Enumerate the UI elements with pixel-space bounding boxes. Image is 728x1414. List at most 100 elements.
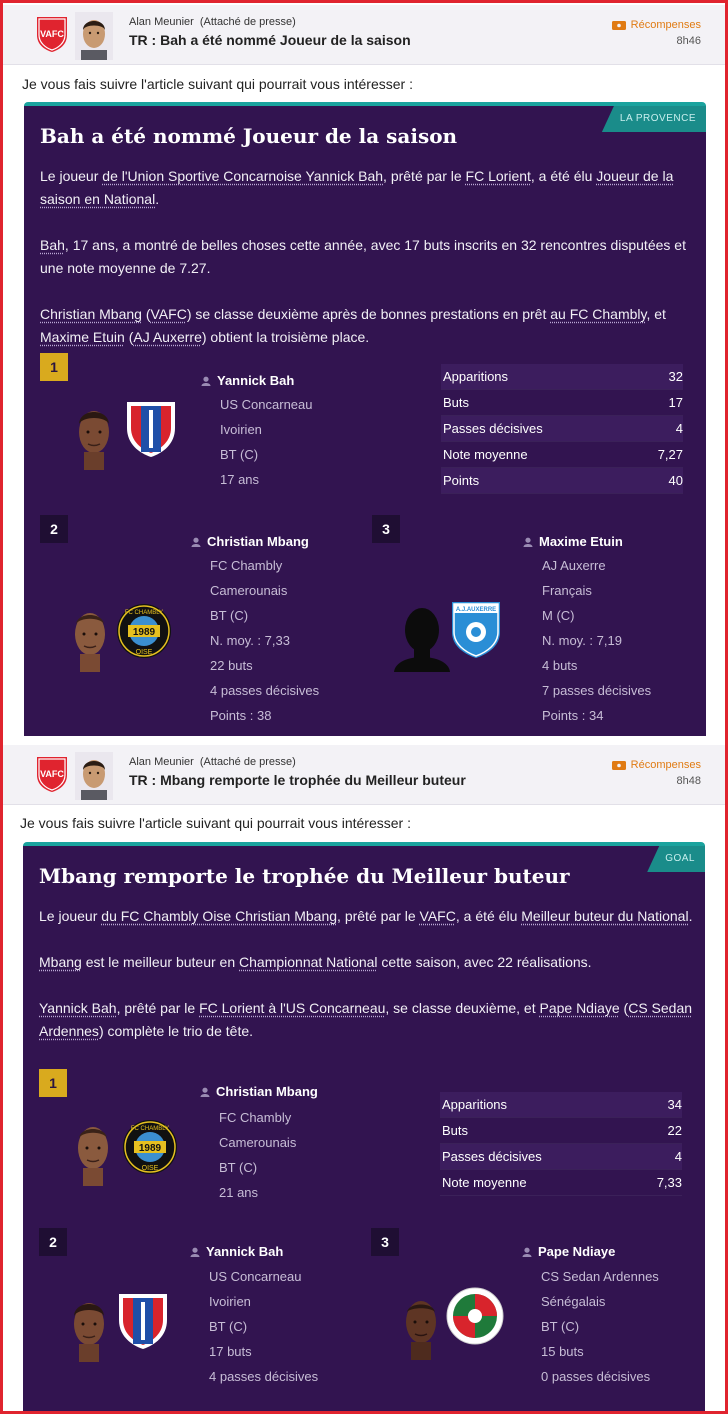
player-position: M (C) — [542, 608, 575, 623]
player-name[interactable]: Yannick Bah — [201, 373, 294, 388]
player-points: Points : 34 — [542, 708, 604, 723]
player-nationality: Ivoirien — [209, 1294, 251, 1309]
player-club[interactable]: FC Chambly — [210, 553, 319, 578]
player-club[interactable]: US Concarneau — [220, 392, 313, 417]
player-info: US Concarneau Ivoirien BT (C) 17 ans — [220, 392, 313, 492]
sedan-crest[interactable] — [445, 1286, 505, 1346]
player-link[interactable]: Pape Ndiaye — [539, 1000, 619, 1016]
stat-label: Note moyenne — [442, 1175, 527, 1190]
stat-label: Points — [443, 473, 480, 488]
text: , a été élu — [455, 908, 522, 924]
player-name-text[interactable]: Maxime Etuin — [539, 534, 623, 549]
concarneau-crest[interactable] — [115, 1290, 171, 1352]
text: ) complète le trio de tête. — [98, 1023, 254, 1039]
player-link[interactable]: Maxime Etuin — [40, 329, 125, 345]
stat-label: Apparitions — [443, 369, 509, 384]
svg-text:A.J.AUXERRE: A.J.AUXERRE — [456, 607, 496, 613]
sender-avatar[interactable] — [75, 752, 113, 800]
player-face-mbang[interactable] — [71, 1118, 115, 1186]
rewards-label[interactable]: Récompenses — [631, 19, 701, 31]
player-name-text[interactable]: Christian Mbang — [207, 534, 309, 549]
sender-name[interactable]: Alan Meunier — [129, 756, 194, 768]
player-name-text[interactable]: Yannick Bah — [206, 1244, 283, 1259]
svg-text:OISE: OISE — [142, 1165, 159, 1172]
player-rating: N. moy. : 7,19 — [542, 633, 622, 648]
stat-row: Note moyenne 7,33 — [440, 1170, 682, 1196]
player-name[interactable]: Yannick Bah — [190, 1244, 283, 1259]
chambly-crest[interactable]: 1989 FC CHAMBLY OISE — [116, 600, 172, 662]
person-icon — [523, 537, 533, 547]
player-name[interactable]: Christian Mbang — [191, 534, 309, 549]
player-goals: 17 buts — [209, 1344, 252, 1359]
club-link[interactable]: FC Lorient — [466, 168, 531, 184]
player-name[interactable]: Christian Mbang — [200, 1084, 318, 1099]
text: est le meilleur buteur en — [81, 954, 240, 970]
chambly-crest[interactable]: 1989 FC CHAMBLY OISE — [120, 1116, 180, 1178]
stat-value: 22 — [667, 1123, 682, 1138]
player-link[interactable]: Christian Mbang — [40, 306, 142, 322]
stat-label: Buts — [443, 395, 470, 410]
stat-row: Passes décisives 4 — [441, 416, 683, 442]
rewards-link[interactable]: Récompenses — [611, 759, 701, 771]
player-face-bah[interactable] — [72, 402, 116, 470]
player-club[interactable]: AJ Auxerre — [542, 553, 651, 578]
stat-value: 4 — [675, 421, 683, 436]
auxerre-crest[interactable]: A.J.AUXERRE — [448, 598, 504, 660]
player-face-ndiaye[interactable] — [399, 1292, 443, 1360]
club-link[interactable]: du FC Chambly Oise Christian Mbang — [101, 908, 337, 924]
stat-value: 7,27 — [657, 447, 683, 462]
svg-text:VAFC: VAFC — [40, 29, 64, 39]
player-name-text[interactable]: Christian Mbang — [216, 1084, 318, 1099]
club-link[interactable]: VAFC — [151, 306, 187, 322]
ticket-icon — [611, 760, 626, 770]
player-link[interactable]: Mbang — [39, 954, 82, 970]
text: cette saison, avec 22 réalisations. — [377, 954, 592, 970]
player-nationality: Camerounais — [210, 583, 288, 598]
player-link[interactable]: Yannick Bah — [39, 1000, 117, 1016]
player-club[interactable]: US Concarneau — [209, 1264, 318, 1289]
player-club[interactable]: FC Chambly — [219, 1105, 296, 1130]
player-age: 21 ans — [219, 1185, 259, 1200]
sender-avatar[interactable] — [75, 12, 113, 60]
player-face-bah[interactable] — [67, 1294, 111, 1362]
text: ) se classe deuxième après de bonnes pre… — [186, 306, 551, 322]
award-link[interactable]: Meilleur buteur du National — [521, 908, 688, 924]
player-goals: 15 buts — [541, 1344, 584, 1359]
rewards-label[interactable]: Récompenses — [631, 759, 701, 771]
club-link[interactable]: VAFC — [420, 908, 456, 924]
text: , a été élu — [530, 168, 597, 184]
sender-line: Alan Meunier (Attaché de presse) — [129, 756, 296, 768]
text: Le joueur — [39, 908, 102, 924]
player-position: BT (C) — [219, 1160, 258, 1175]
player-name[interactable]: Maxime Etuin — [523, 534, 623, 549]
message-header[interactable]: VAFC Alan Meunier (Attaché de presse) TR … — [3, 5, 725, 65]
player-name[interactable]: Pape Ndiaye — [522, 1244, 615, 1259]
player-club[interactable]: CS Sedan Ardennes — [541, 1264, 659, 1289]
player-face-etuin[interactable] — [392, 600, 452, 672]
player-face-mbang[interactable] — [68, 604, 112, 672]
competition-link[interactable]: Championnat National — [239, 954, 378, 970]
club-link[interactable]: au FC Chambly — [550, 306, 646, 322]
article-paragraph: Yannick Bah, prêté par le FC Lorient à l… — [39, 997, 695, 1043]
message-header[interactable]: VAFC Alan Meunier (Attaché de presse) TR … — [3, 745, 725, 805]
player-rating: N. moy. : 7,33 — [210, 633, 290, 648]
player-name-text[interactable]: Pape Ndiaye — [538, 1244, 615, 1259]
player-info: AJ Auxerre Français M (C) N. moy. : 7,19… — [542, 553, 651, 728]
text: , et — [646, 306, 666, 322]
club-link[interactable]: AJ Auxerre — [133, 329, 201, 345]
svg-text:FC CHAMBLY: FC CHAMBLY — [125, 610, 163, 616]
player-nationality: Sénégalais — [541, 1294, 606, 1309]
rewards-link[interactable]: Récompenses — [611, 19, 701, 31]
player-name-text[interactable]: Yannick Bah — [217, 373, 294, 388]
player-age: 17 ans — [220, 472, 260, 487]
sender-name[interactable]: Alan Meunier — [129, 16, 194, 28]
player-link[interactable]: Bah — [40, 237, 65, 253]
stat-row: Apparitions 34 — [440, 1092, 682, 1118]
text: , prêté par le — [116, 1000, 200, 1016]
article-title: Bah a été nommé Joueur de la saison — [40, 124, 458, 148]
club-link[interactable]: de l'Union Sportive Concarnoise Yannick … — [102, 168, 383, 184]
concarneau-crest[interactable] — [123, 398, 179, 460]
article-paragraph: Christian Mbang (VAFC) se classe deuxièm… — [40, 303, 696, 349]
stat-value: 34 — [667, 1097, 682, 1112]
club-link[interactable]: FC Lorient à l'US Concarneau — [199, 1000, 385, 1016]
